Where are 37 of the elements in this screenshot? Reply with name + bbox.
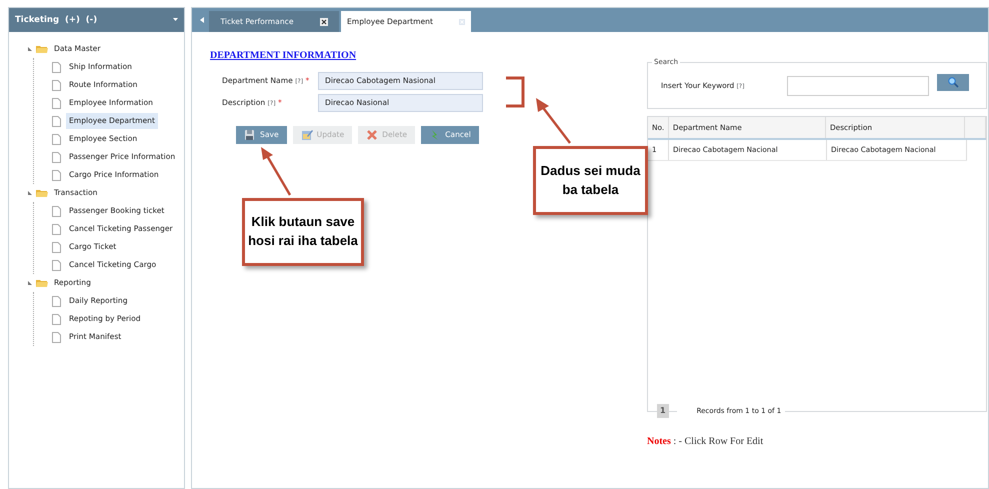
document-icon [52,134,61,144]
page-button[interactable]: 1 [657,404,669,418]
arrow [536,98,571,144]
search-icon [948,77,958,88]
document-icon [52,296,61,306]
folder-icon [36,44,48,54]
bracket [506,76,524,108]
edit-document-icon [300,129,313,141]
section-heading[interactable]: DEPARTMENT INFORMATION [210,48,356,63]
close-icon[interactable] [320,18,328,26]
document-icon [52,260,61,270]
folder-icon [36,188,48,198]
notes-text: Notes : - Click Row For Edit [647,435,764,449]
collapse-icon[interactable] [173,18,178,22]
expanded-icon[interactable] [27,190,33,196]
document-icon [52,206,61,216]
scroll-left-icon[interactable] [200,17,204,23]
document-icon [52,242,61,252]
callout-box: Klik butaun save hosi rai iha tabela [242,198,364,266]
cross-icon [366,129,378,141]
callout-box: Dadus sei muda ba tabela [533,146,648,215]
folder-icon [36,278,48,288]
search-field[interactable] [787,76,929,96]
document-icon [52,62,61,72]
document-icon [52,170,61,180]
sidebar-title: Ticketing (+) (-) [15,14,98,26]
search-button[interactable] [937,74,969,91]
document-icon [52,152,61,162]
expanded-icon[interactable] [27,46,33,52]
arrow [261,147,292,196]
document-icon [52,332,61,342]
document-icon [52,314,61,324]
document-icon [52,224,61,234]
document-icon [52,116,61,126]
document-icon [52,98,61,108]
document-icon [52,80,61,90]
expanded-icon[interactable] [27,280,33,286]
